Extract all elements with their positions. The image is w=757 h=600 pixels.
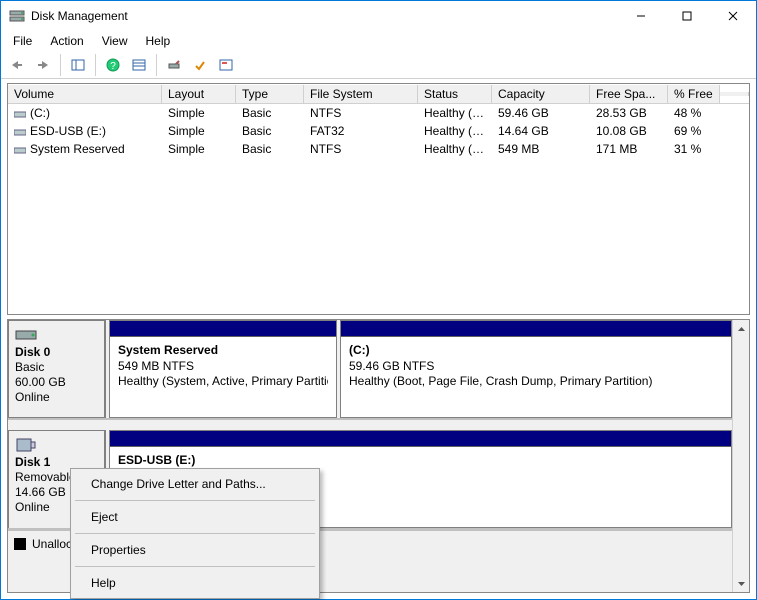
vertical-scrollbar[interactable] [732, 320, 749, 592]
disk-spacer [8, 420, 732, 430]
col-extra[interactable] [720, 92, 749, 96]
partition-status: Healthy (System, Active, Primary Partiti… [118, 374, 328, 390]
legend-swatch-unallocated [14, 538, 26, 550]
minimize-button[interactable] [618, 1, 664, 31]
col-capacity[interactable]: Capacity [492, 85, 590, 103]
removable-disk-icon [15, 437, 37, 453]
drive-icon [14, 145, 26, 155]
help-button[interactable]: ? [101, 53, 125, 77]
volume-name: System Reserved [30, 142, 125, 156]
disk-name: Disk 1 [15, 455, 50, 469]
scroll-up-icon[interactable] [733, 320, 749, 337]
volume-row[interactable]: ESD-USB (E:) Simple Basic FAT32 Healthy … [8, 122, 749, 140]
partition-size: 549 MB NTFS [118, 359, 194, 373]
action-button[interactable] [188, 53, 212, 77]
refresh-button[interactable] [127, 53, 151, 77]
maximize-button[interactable] [664, 1, 710, 31]
window-controls [618, 1, 756, 31]
menu-file[interactable]: File [5, 32, 40, 50]
cm-help[interactable]: Help [73, 570, 317, 596]
close-button[interactable] [710, 1, 756, 31]
disk-management-window: Disk Management File Action View Help ? … [0, 0, 757, 600]
disk-name: Disk 0 [15, 345, 50, 359]
disk-partitions: System Reserved 549 MB NTFS Healthy (Sys… [106, 320, 732, 418]
col-freespace[interactable]: Free Spa... [590, 85, 668, 103]
partition-stripe [341, 321, 731, 337]
volume-row[interactable]: (C:) Simple Basic NTFS Healthy (B... 59.… [8, 104, 749, 122]
disk-kind: Basic [15, 360, 44, 374]
partition-stripe [110, 321, 336, 337]
partition-title: System Reserved [118, 343, 218, 357]
disk-row-disk0[interactable]: Disk 0 Basic 60.00 GB Online System Rese… [8, 320, 732, 420]
cm-change-drive-letter[interactable]: Change Drive Letter and Paths... [73, 471, 317, 497]
partition-stripe [110, 431, 731, 447]
disk-state: Online [15, 390, 50, 404]
context-menu-separator [75, 500, 315, 501]
show-hide-console-tree-button[interactable] [66, 53, 90, 77]
toolbar-separator [156, 54, 157, 76]
menu-view[interactable]: View [94, 32, 136, 50]
svg-text:?: ? [110, 61, 116, 72]
disk-size: 14.66 GB [15, 485, 66, 499]
context-menu-separator [75, 566, 315, 567]
volume-list-body: (C:) Simple Basic NTFS Healthy (B... 59.… [8, 104, 749, 314]
disk-state: Online [15, 500, 50, 514]
disk-kind: Removable [15, 470, 76, 484]
disk-size: 60.00 GB [15, 375, 66, 389]
col-filesystem[interactable]: File System [304, 85, 418, 103]
drive-icon [14, 109, 26, 119]
partition-title: (C:) [349, 343, 370, 357]
col-layout[interactable]: Layout [162, 85, 236, 103]
app-icon [9, 8, 25, 24]
scroll-down-icon[interactable] [733, 575, 749, 592]
window-title: Disk Management [31, 9, 618, 23]
context-menu: Change Drive Letter and Paths... Eject P… [70, 468, 320, 599]
col-volume[interactable]: Volume [8, 85, 162, 103]
toolbar: ? [1, 51, 756, 79]
menu-help[interactable]: Help [138, 32, 179, 50]
toolbar-separator [95, 54, 96, 76]
partition-status: Healthy (Boot, Page File, Crash Dump, Pr… [349, 374, 652, 388]
properties-button[interactable] [214, 53, 238, 77]
toolbar-separator [60, 54, 61, 76]
volume-list-header: Volume Layout Type File System Status Ca… [8, 84, 749, 104]
drive-icon [14, 127, 26, 137]
volume-name: ESD-USB (E:) [30, 124, 106, 138]
volume-list[interactable]: Volume Layout Type File System Status Ca… [7, 83, 750, 315]
forward-button[interactable] [31, 53, 55, 77]
volume-name: (C:) [30, 106, 50, 120]
col-type[interactable]: Type [236, 85, 304, 103]
partition-size: 59.46 GB NTFS [349, 359, 434, 373]
menu-action[interactable]: Action [42, 32, 91, 50]
col-pctfree[interactable]: % Free [668, 85, 720, 103]
cm-properties[interactable]: Properties [73, 537, 317, 563]
partition-system-reserved[interactable]: System Reserved 549 MB NTFS Healthy (Sys… [109, 320, 337, 418]
context-menu-separator [75, 533, 315, 534]
col-status[interactable]: Status [418, 85, 492, 103]
cm-eject[interactable]: Eject [73, 504, 317, 530]
menubar: File Action View Help [1, 31, 756, 51]
volume-row[interactable]: System Reserved Simple Basic NTFS Health… [8, 140, 749, 158]
scroll-track[interactable] [733, 337, 749, 575]
disk-icon [15, 327, 37, 343]
disk-label[interactable]: Disk 0 Basic 60.00 GB Online [8, 320, 106, 418]
partition-title: ESD-USB (E:) [118, 453, 195, 467]
settings-button[interactable] [162, 53, 186, 77]
partition-c[interactable]: (C:) 59.46 GB NTFS Healthy (Boot, Page F… [340, 320, 732, 418]
titlebar: Disk Management [1, 1, 756, 31]
back-button[interactable] [5, 53, 29, 77]
legend-label-unallocated: Unalloc [32, 537, 72, 551]
